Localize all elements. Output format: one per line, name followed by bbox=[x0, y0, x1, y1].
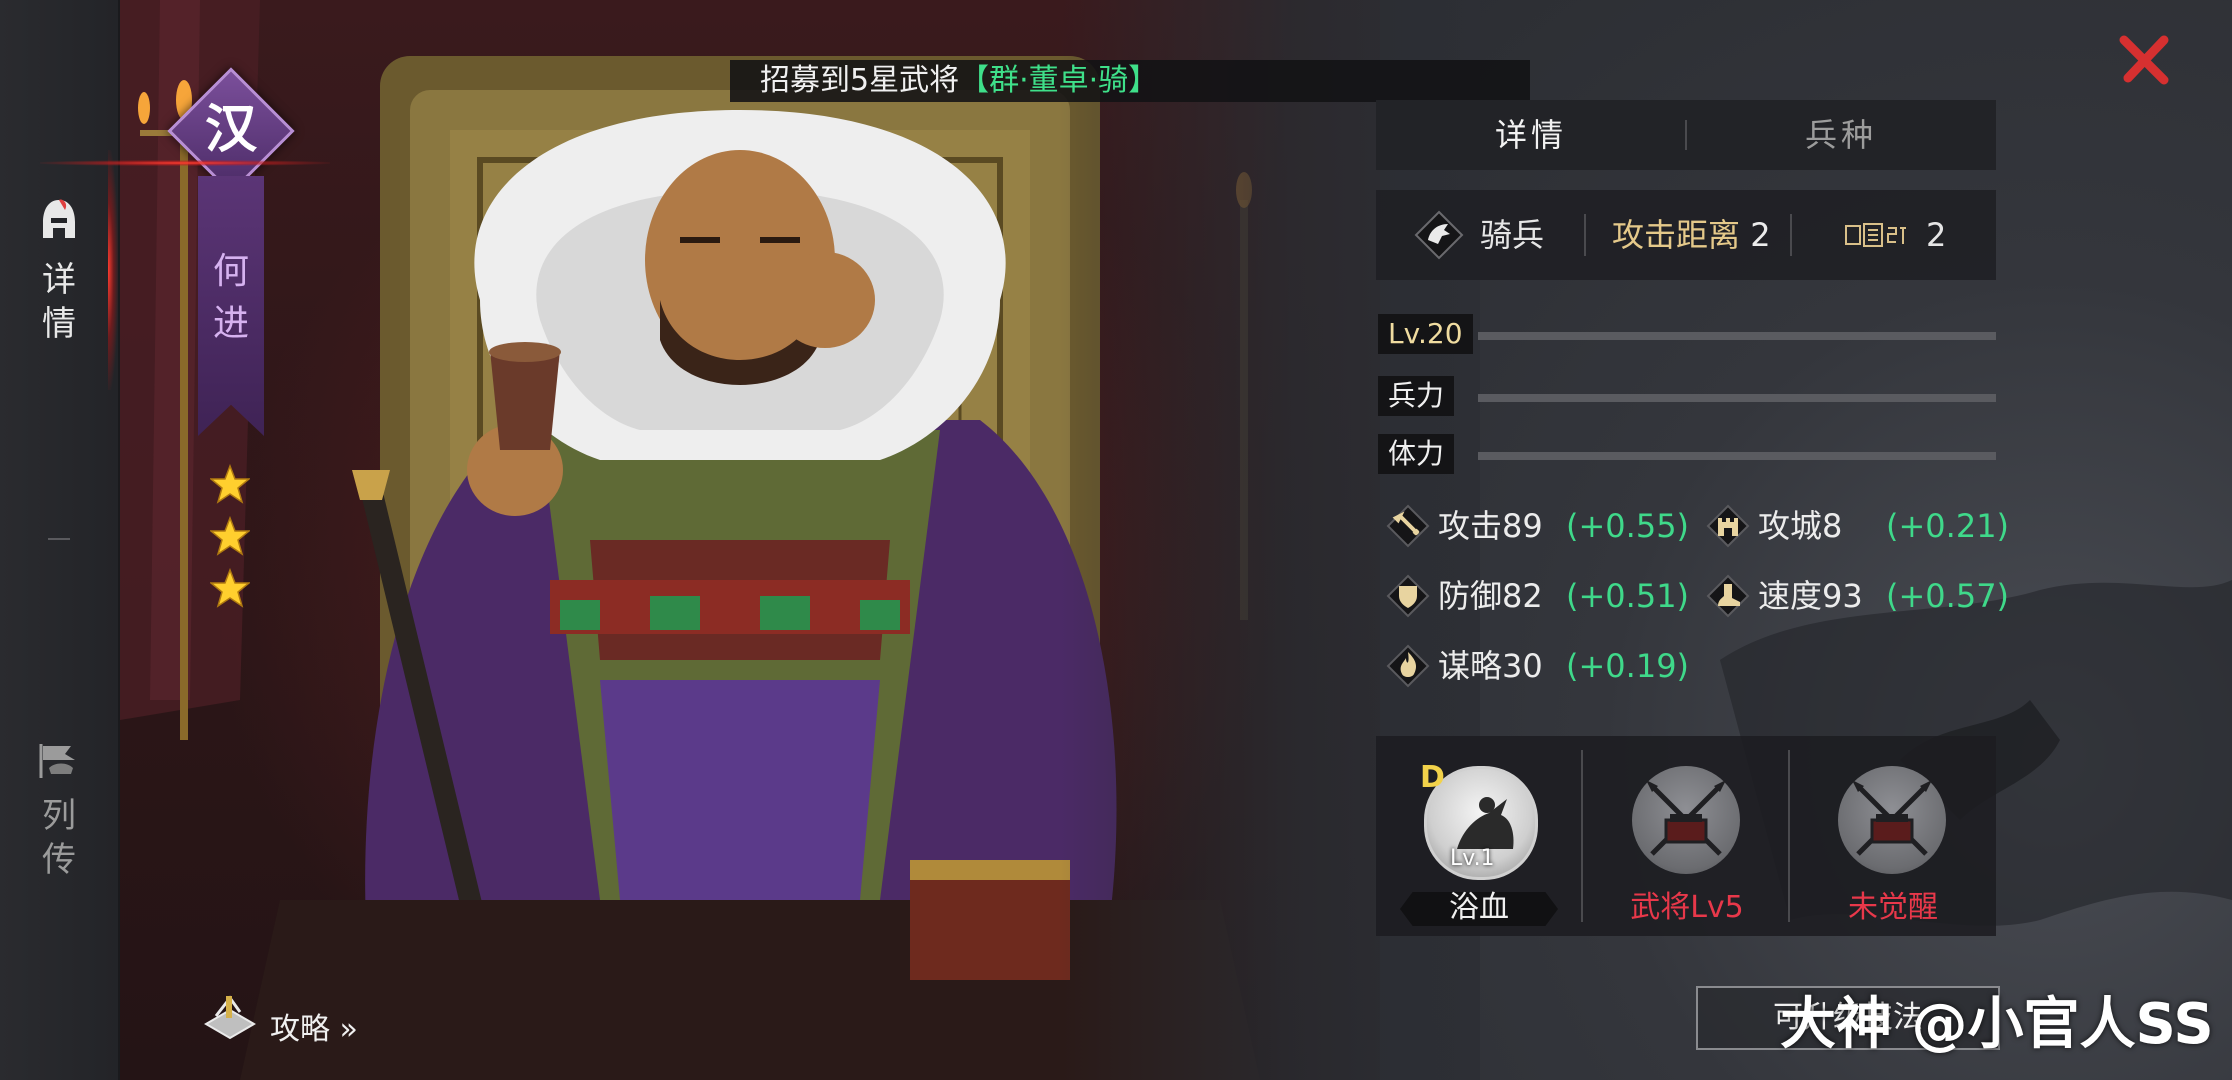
skills-panel: D Lv.1 浴血 武将Lv5 未觉醒 bbox=[1376, 736, 1996, 936]
attr-speed-value: 速度93 bbox=[1758, 577, 1863, 615]
general-name: 何进 bbox=[213, 251, 250, 344]
general-name-ribbon: 何进 bbox=[198, 176, 264, 436]
star-icon bbox=[208, 567, 252, 608]
cavalry-icon bbox=[1414, 210, 1464, 260]
guide-button[interactable]: 攻略 » bbox=[200, 990, 358, 1050]
castle-icon bbox=[1706, 504, 1750, 548]
skill-slot-1[interactable]: D Lv.1 浴血 bbox=[1376, 736, 1582, 936]
tab-troop-type[interactable]: 兵种 bbox=[1686, 100, 1996, 170]
cost-value: 2 bbox=[1926, 216, 1947, 254]
flame-icon bbox=[1386, 644, 1430, 688]
rail-divider bbox=[48, 538, 70, 540]
scroll-book-icon bbox=[204, 995, 256, 1040]
attack-range-value: 2 bbox=[1750, 216, 1771, 254]
star-icon bbox=[208, 515, 252, 556]
attack-range: 攻击距离 2 bbox=[1612, 190, 1771, 280]
recruit-banner: 招募到5星武将【群·董卓·骑】 bbox=[730, 60, 1530, 102]
locked-skill-icon bbox=[1838, 766, 1946, 874]
skill-level: Lv.1 bbox=[1450, 846, 1495, 871]
horse-flag-icon bbox=[0, 740, 118, 784]
stamina-track bbox=[1478, 452, 1996, 460]
attr-speed-growth: (+0.57) bbox=[1886, 577, 2010, 615]
attr-defense-growth: (+0.51) bbox=[1566, 577, 1690, 615]
troops-track bbox=[1478, 394, 1996, 402]
skill-grade: D bbox=[1420, 760, 1445, 795]
skill-slot-2[interactable]: 武将Lv5 bbox=[1584, 736, 1790, 936]
attr-attack-value: 攻击89 bbox=[1438, 507, 1543, 545]
level-bar: Lv.20 bbox=[1378, 314, 1996, 354]
rail-tab-biography[interactable]: 列传 bbox=[0, 740, 118, 882]
level-label: Lv.20 bbox=[1378, 314, 1473, 354]
rail-tab-label: 详情 bbox=[42, 260, 76, 344]
cost-icon bbox=[1845, 223, 1906, 247]
skill-unlock-condition: 未觉醒 bbox=[1848, 890, 1938, 925]
tab-active-indicator bbox=[40, 160, 330, 166]
troop-info-bar: 骑兵 攻击距离 2 2 bbox=[1376, 190, 1996, 280]
locked-skill-icon bbox=[1632, 766, 1740, 874]
sword-icon bbox=[1386, 504, 1430, 548]
stamina-label: 体力 bbox=[1378, 434, 1455, 474]
star-icon bbox=[208, 463, 252, 504]
troops-bar: 兵力 bbox=[1378, 376, 1996, 416]
faction-label: 汉 bbox=[204, 100, 257, 160]
attr-siege-growth: (+0.21) bbox=[1886, 507, 2010, 545]
tab-details[interactable]: 详情 bbox=[1376, 100, 1686, 170]
attr-defense-value: 防御82 bbox=[1438, 577, 1543, 615]
skill-unlock-condition: 武将Lv5 bbox=[1630, 890, 1744, 925]
watermark: 大神 @小官人SS bbox=[1780, 992, 2214, 1057]
troops-label: 兵力 bbox=[1378, 376, 1455, 416]
recruit-banner-highlight: 【群·董卓·骑】 bbox=[959, 63, 1159, 98]
skill-name: 浴血 bbox=[1449, 890, 1509, 925]
stamina-bar: 体力 bbox=[1378, 434, 1996, 474]
skill-slot-3[interactable]: 未觉醒 bbox=[1790, 736, 1996, 936]
attr-intelligence-growth: (+0.19) bbox=[1566, 647, 1690, 685]
rail-tab-details[interactable]: 详情 bbox=[0, 198, 118, 346]
attr-siege-value: 攻城8 bbox=[1758, 507, 1843, 545]
panel-tabs: 详情 兵种 bbox=[1376, 100, 1996, 170]
shield-icon bbox=[1386, 574, 1430, 618]
level-track bbox=[1478, 332, 1996, 340]
info-divider bbox=[1790, 214, 1792, 256]
rail-tab-label: 列传 bbox=[42, 796, 76, 880]
attack-range-label: 攻击距离 bbox=[1612, 216, 1741, 254]
close-button[interactable] bbox=[2118, 30, 2174, 86]
recruit-banner-text: 招募到5星武将 bbox=[760, 63, 960, 98]
boot-icon bbox=[1706, 574, 1750, 618]
troop-type-label: 骑兵 bbox=[1480, 216, 1545, 254]
attr-intelligence-value: 谋略30 bbox=[1438, 647, 1543, 685]
close-icon bbox=[2119, 35, 2169, 85]
info-divider bbox=[1584, 214, 1586, 256]
skill-divider bbox=[1581, 750, 1583, 922]
guide-label: 攻略 » bbox=[270, 1012, 358, 1047]
attr-attack-growth: (+0.55) bbox=[1566, 507, 1690, 545]
helmet-icon bbox=[0, 198, 118, 248]
